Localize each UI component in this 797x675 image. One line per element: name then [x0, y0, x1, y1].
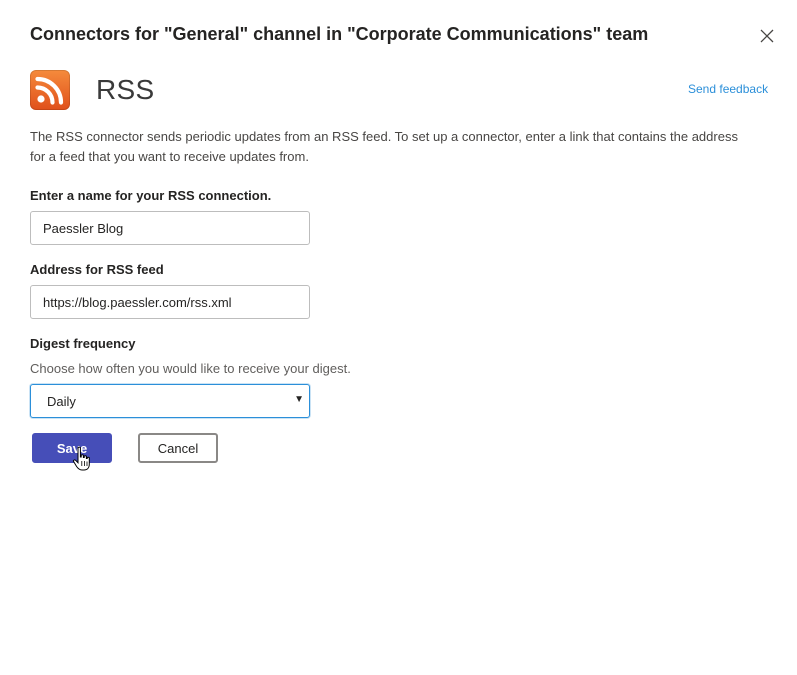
close-button[interactable]: [756, 25, 778, 47]
address-field-label: Address for RSS feed: [30, 262, 164, 277]
connector-name: RSS: [96, 74, 155, 105]
select-value: Daily: [47, 394, 76, 409]
rss-icon: [30, 70, 70, 110]
frequency-field-label: Digest frequency: [30, 336, 136, 351]
connector-dialog: Connectors for "General" channel in "Cor…: [0, 0, 797, 675]
send-feedback-link[interactable]: Send feedback: [688, 82, 768, 96]
close-icon: [760, 29, 774, 43]
cancel-button[interactable]: Cancel: [138, 433, 218, 463]
caret-down-icon: ▼: [294, 394, 304, 405]
connection-name-input[interactable]: [30, 211, 310, 245]
digest-frequency-select[interactable]: Daily ▼: [30, 384, 310, 418]
save-button[interactable]: Save: [32, 433, 112, 463]
connector-description: The RSS connector sends periodic updates…: [30, 129, 738, 164]
frequency-help-text: Choose how often you would like to recei…: [30, 361, 351, 376]
feed-address-input[interactable]: [30, 285, 310, 319]
name-field-label: Enter a name for your RSS connection.: [30, 188, 272, 203]
dialog-title: Connectors for "General" channel in "Cor…: [30, 24, 649, 44]
